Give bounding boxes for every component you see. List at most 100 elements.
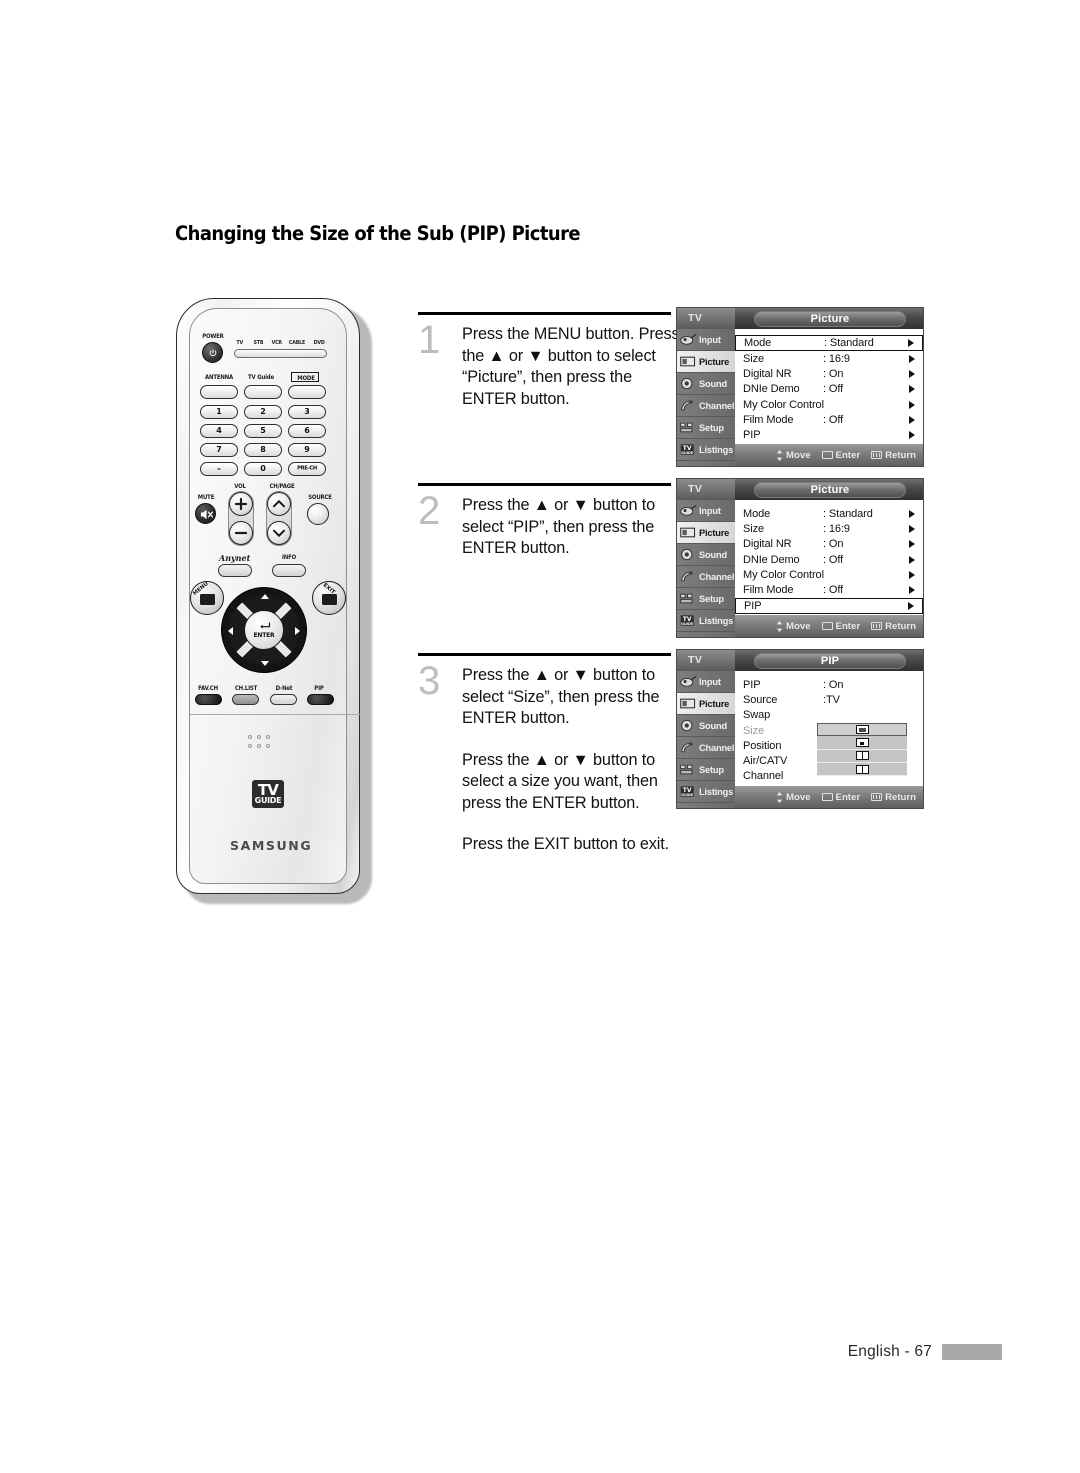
sidebar-item-setup-label: Setup [699,593,724,604]
pip-size-options[interactable] [817,723,907,777]
antenna-button[interactable] [200,385,238,399]
key-1[interactable]: 1 [200,405,238,419]
mode-button[interactable] [288,385,326,399]
tvguide-button[interactable] [244,385,282,399]
osd-2-row-size[interactable]: Size : 16:9 [735,521,923,536]
osd-2-row-my-color-control[interactable]: My Color Control [735,567,923,582]
key-7[interactable]: 7 [200,443,238,457]
osd-1-row-film-mode[interactable]: Film Mode : Off [735,412,923,427]
osd-3-row-swap[interactable]: Swap [735,708,923,723]
osd-1-row-mode[interactable]: Mode : Standard [735,335,923,351]
chlist-button[interactable] [232,694,259,705]
status-enter: Enter [821,450,860,461]
osd-1-row-my-color-control-name: My Color Control [743,398,824,411]
osd-2-source-label: TV [688,483,703,495]
dnet-button[interactable] [270,694,297,705]
nav-right-icon[interactable] [295,627,300,635]
osd-1-row-size[interactable]: Size : 16:9 [735,351,923,366]
sidebar-item-sound[interactable]: Sound [677,715,735,737]
sidebar-item-sound[interactable]: Sound [677,373,735,395]
sidebar-item-setup[interactable]: Setup [677,417,735,439]
enter-button[interactable]: ENTER [244,610,284,650]
power-button[interactable] [202,342,223,363]
step-3-line-1: Press the ▲ or ▼ button to select “Size”… [462,666,660,727]
key-9[interactable]: 9 [288,443,326,457]
favch-button[interactable] [195,694,222,705]
sidebar-item-input[interactable]: Input [677,500,735,522]
mute-icon [200,509,214,520]
nav-up-icon[interactable] [261,594,269,599]
sidebar-item-sound[interactable]: Sound [677,544,735,566]
pip-size-option-dual[interactable] [817,749,907,763]
key-8[interactable]: 8 [244,443,282,457]
sidebar-item-listings[interactable]: TV GUIDE Listings [677,439,735,461]
listings-icon: TV GUIDE [679,613,698,628]
pip-button[interactable] [307,694,334,705]
channel-up-button[interactable] [267,492,291,516]
sidebar-item-channel[interactable]: Channel [677,737,735,759]
channel-down-button[interactable] [267,521,291,545]
nav-left-icon[interactable] [228,627,233,635]
key-dash[interactable]: – [200,462,238,476]
osd-2-row-digital-nr[interactable]: Digital NR : On [735,537,923,552]
vol-up-button[interactable] [229,492,253,516]
osd-3-row-source[interactable]: Source :TV [735,692,923,707]
osd-2-row-dnie-demo[interactable]: DNIe Demo : Off [735,552,923,567]
tvguide-logo: TV GUIDE [252,780,284,808]
key-prech[interactable]: PRE-CH [288,462,326,476]
sidebar-item-channel[interactable]: Channel [677,566,735,588]
osd-1-row-my-color-control[interactable]: My Color Control [735,397,923,412]
osd-1-row-pip[interactable]: PIP [735,427,923,442]
osd-3-row-pip[interactable]: PIP : On [735,677,923,692]
return-key-icon [871,622,883,630]
key-6[interactable]: 6 [288,424,326,438]
sidebar-item-picture[interactable]: Picture [677,522,735,544]
sidebar-item-picture[interactable]: Picture [677,351,735,373]
navigation-ring[interactable]: ENTER [221,587,307,673]
sidebar-item-sound-label: Sound [699,378,727,389]
pip-size-option-small[interactable] [817,736,907,750]
mute-button[interactable] [195,503,216,524]
menu-icon [200,593,215,605]
osd-2-row-pip-name: PIP [744,599,762,612]
osd-2-row-film-mode[interactable]: Film Mode : Off [735,582,923,597]
setup-icon [679,420,698,435]
sidebar-item-listings[interactable]: TV GUIDE Listings [677,610,735,632]
info-button[interactable] [272,564,306,577]
channel-icon [679,398,698,413]
pip-size-option-large[interactable] [817,723,907,737]
step-3-line-3: Press the EXIT button to exit. [462,835,669,853]
key-3[interactable]: 3 [288,405,326,419]
key-2-label: 2 [260,407,266,416]
osd-1-row-dnie-demo-name: DNIe Demo [743,383,800,396]
osd-2-row-mode[interactable]: Mode : Standard [735,506,923,521]
pip-size-option-double[interactable] [817,762,907,777]
key-2[interactable]: 2 [244,405,282,419]
osd-1-row-mode-value: : Standard [824,337,874,349]
key-4[interactable]: 4 [200,424,238,438]
device-mode-bar[interactable] [234,349,327,358]
sidebar-item-channel-label: Channel [699,571,735,582]
nav-down-icon[interactable] [261,661,269,666]
osd-2-row-pip[interactable]: PIP [735,597,923,614]
anynet-button[interactable] [218,564,252,577]
sidebar-item-picture[interactable]: Picture [677,693,735,715]
key-5[interactable]: 5 [244,424,282,438]
osd-1-row-dnie-demo[interactable]: DNIe Demo : Off [735,382,923,397]
updown-arrows-icon [776,620,783,632]
sidebar-item-setup[interactable]: Setup [677,759,735,781]
osd-1-row-digital-nr[interactable]: Digital NR : On [735,366,923,381]
step-3-text: Press the ▲ or ▼ button to select “Size”… [462,665,680,856]
osd-2-sidebar: Input Picture Sound Channel Setup TV GUI… [677,500,735,637]
vol-down-button[interactable] [229,521,253,545]
sidebar-item-setup[interactable]: Setup [677,588,735,610]
sidebar-item-input[interactable]: Input [677,329,735,351]
sidebar-item-listings[interactable]: TV GUIDE Listings [677,781,735,803]
status-return-label: Return [885,620,916,632]
key-0[interactable]: 0 [244,462,282,476]
sidebar-item-input[interactable]: Input [677,671,735,693]
mute-label: MUTE [197,494,215,501]
source-button[interactable] [307,503,329,525]
sidebar-item-channel[interactable]: Channel [677,395,735,417]
osd-2-row-my-color-control-name: My Color Control [743,568,824,581]
